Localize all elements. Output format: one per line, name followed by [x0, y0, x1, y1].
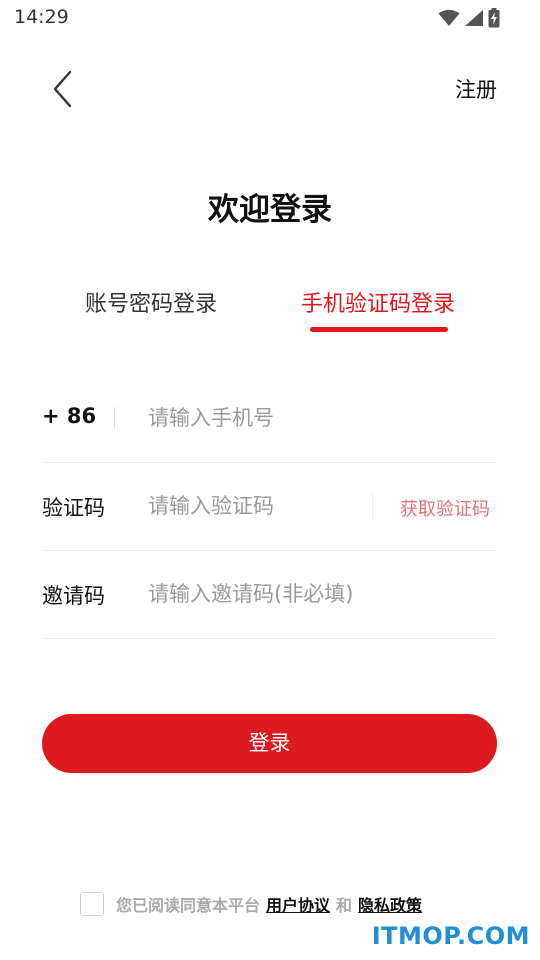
invite-row: 邀请码 — [42, 550, 496, 639]
back-button[interactable] — [44, 66, 84, 112]
login-tabs: 账号密码登录 手机验证码登录 — [0, 286, 540, 342]
battery-icon — [488, 8, 500, 28]
user-agreement-link[interactable]: 用户协议 — [266, 892, 330, 916]
agreement-text: 您已阅读同意本平台 — [116, 896, 261, 915]
status-time: 14:29 — [14, 6, 69, 28]
status-bar: 14:29 — [0, 0, 540, 36]
status-icons — [438, 8, 500, 28]
tab-sms-login[interactable]: 手机验证码登录 — [301, 286, 455, 318]
tab-password-login[interactable]: 账号密码登录 — [85, 286, 217, 318]
agreement: 您已阅读同意本平台 用户协议 和 隐私政策 — [80, 892, 428, 916]
wifi-icon — [438, 9, 460, 27]
page-title: 欢迎登录 — [208, 192, 332, 228]
invite-label: 邀请码 — [42, 584, 105, 608]
phone-row: + 86 — [42, 374, 496, 463]
code-divider — [372, 492, 373, 520]
privacy-policy-link[interactable]: 隐私政策 — [358, 892, 422, 916]
login-button[interactable]: 登录 — [42, 714, 497, 773]
code-label: 验证码 — [42, 496, 105, 520]
agree-checkbox[interactable] — [80, 892, 104, 916]
phone-input[interactable] — [148, 400, 488, 436]
register-link[interactable]: 注册 — [455, 74, 497, 104]
agreement-and: 和 — [336, 896, 353, 915]
code-row: 验证码 获取验证码 — [42, 462, 496, 551]
signal-icon — [464, 9, 484, 27]
active-tab-indicator — [310, 327, 448, 332]
chevron-left-icon — [44, 70, 84, 116]
code-input[interactable] — [148, 488, 368, 524]
watermark: ITMOP.COM — [371, 922, 530, 950]
phone-divider — [114, 407, 115, 429]
invite-input[interactable] — [148, 576, 488, 612]
country-code[interactable]: + 86 — [42, 404, 96, 428]
get-code-button[interactable]: 获取验证码 — [400, 495, 490, 521]
